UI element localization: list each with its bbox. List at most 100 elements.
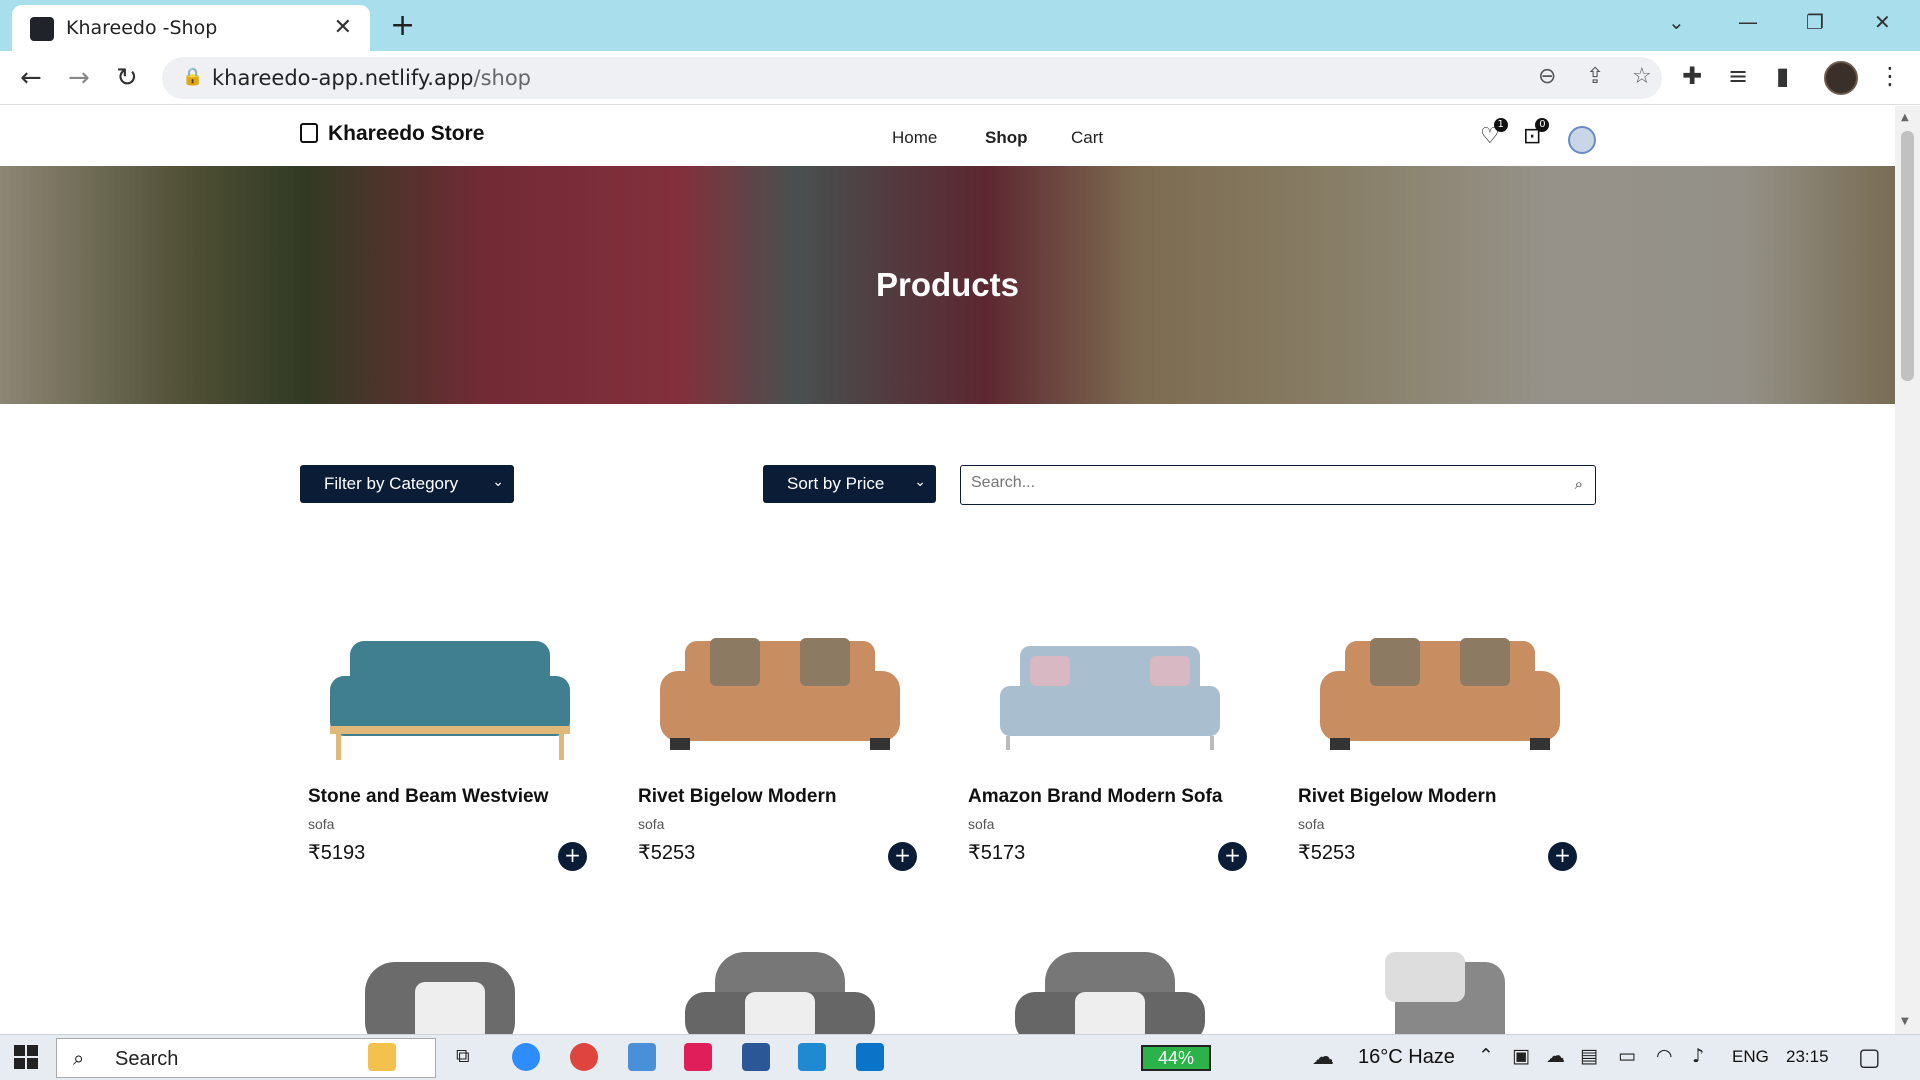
product-image[interactable] (310, 616, 590, 766)
user-avatar[interactable] (1568, 126, 1596, 154)
tab-title: Khareedo -Shop (66, 17, 218, 39)
slack-app-icon[interactable] (684, 1043, 712, 1071)
product-price: ₹5173 (968, 842, 1026, 864)
close-tab-icon[interactable]: ✕ (334, 15, 352, 40)
vscode-app-icon[interactable] (798, 1043, 826, 1071)
mail-app-icon[interactable] (856, 1043, 884, 1071)
add-to-cart-button[interactable]: + (1218, 842, 1247, 871)
onedrive-icon[interactable]: ☁ (1546, 1045, 1565, 1067)
word-app-icon[interactable] (742, 1043, 770, 1071)
product-card[interactable]: Rivet Bigelow Modern sofa ₹5253 + (630, 596, 930, 986)
address-bar[interactable]: 🔒 khareedo-app.netlify.app/shop ⊖ ⇪ ☆ (162, 57, 1662, 99)
page-scrollbar[interactable]: ▲ ▼ (1895, 106, 1920, 1034)
product-title[interactable]: Rivet Bigelow Modern (1298, 786, 1496, 808)
nav-shop[interactable]: Shop (985, 128, 1028, 148)
browser-tab[interactable]: Khareedo -Shop ✕ (12, 5, 370, 51)
tab-search-icon[interactable]: ⌄ (1668, 10, 1685, 34)
scroll-thumb[interactable] (1901, 131, 1914, 381)
cart-count-badge: 0 (1535, 118, 1550, 132)
media-control-icon[interactable]: ≡ (1728, 62, 1748, 90)
side-panel-icon[interactable]: ▮ (1776, 62, 1789, 90)
wifi-icon[interactable]: ◠ (1656, 1045, 1673, 1067)
product-card[interactable]: Rivet Bigelow Modern sofa ₹5253 + (1290, 596, 1590, 986)
product-image[interactable] (640, 616, 920, 766)
file-explorer-icon[interactable] (628, 1043, 656, 1071)
lock-icon: 🔒 (182, 67, 204, 87)
zoom-app-icon[interactable] (512, 1043, 540, 1071)
language-indicator[interactable]: ENG (1732, 1047, 1769, 1067)
search-input[interactable] (971, 474, 1551, 492)
volume-icon[interactable]: ♪ (1692, 1045, 1704, 1067)
product-title[interactable]: Stone and Beam Westview (308, 786, 548, 808)
windows-taskbar: ⌕ Search ⧉ 44% ☁ 16°C Haze ⌃ ▣ ☁ ▤ ▭ ◠ ♪… (0, 1034, 1920, 1080)
product-price: ₹5253 (638, 842, 696, 864)
product-image[interactable] (640, 932, 920, 1034)
url-text[interactable]: khareedo-app.netlify.app/shop (212, 66, 531, 90)
windows-start-icon[interactable] (14, 1045, 38, 1069)
product-image[interactable] (1300, 932, 1580, 1034)
product-image[interactable] (970, 616, 1250, 766)
product-image[interactable] (310, 932, 590, 1034)
restore-button[interactable]: ❐ (1806, 10, 1824, 34)
product-image[interactable] (970, 932, 1250, 1034)
product-title[interactable]: Rivet Bigelow Modern (638, 786, 836, 808)
react-favicon-icon (30, 17, 54, 41)
sort-label: Sort by Price (787, 474, 885, 493)
product-category: sofa (638, 816, 665, 832)
product-price: ₹5253 (1298, 842, 1356, 864)
new-tab-button[interactable]: + (390, 8, 415, 43)
nav-home[interactable]: Home (892, 128, 937, 148)
chevron-down-icon: ⌄ (492, 473, 504, 489)
search-icon[interactable]: ⌕ (1575, 475, 1583, 493)
clock[interactable]: 23:15 (1786, 1047, 1829, 1067)
wishlist-count-badge: 1 (1493, 118, 1508, 132)
zoom-icon[interactable]: ⊖ (1538, 64, 1556, 89)
filter-category-dropdown[interactable]: Filter by Category ⌄ (300, 465, 514, 503)
reload-icon[interactable]: ↻ (116, 63, 138, 93)
bookmark-star-icon[interactable]: ☆ (1632, 64, 1652, 89)
filter-label: Filter by Category (324, 474, 459, 493)
weather-cloud-icon: ☁ (1312, 1045, 1334, 1070)
widget-icon[interactable] (368, 1043, 396, 1071)
extensions-icon[interactable]: ✚ (1682, 62, 1702, 90)
sort-price-dropdown[interactable]: Sort by Price ⌄ (763, 465, 936, 503)
menu-kebab-icon[interactable]: ⋮ (1878, 62, 1902, 90)
brand-logo[interactable]: Khareedo Store (300, 122, 484, 146)
product-card[interactable]: Amazon Brand Modern Sofa sofa ₹5173 + (960, 596, 1260, 986)
forward-icon[interactable]: → (68, 63, 90, 93)
display-icon[interactable]: ▤ (1580, 1045, 1598, 1067)
wishlist-heart-icon[interactable]: ♡ 1 (1480, 118, 1508, 149)
scroll-up-icon[interactable]: ▲ (1901, 112, 1909, 123)
product-image[interactable] (1300, 616, 1580, 766)
weather-text[interactable]: 16°C Haze (1358, 1046, 1455, 1069)
chevron-down-icon: ⌄ (914, 473, 926, 489)
battery-widget[interactable]: 44% (1141, 1045, 1211, 1071)
shopping-bag-icon (300, 123, 318, 143)
task-view-icon[interactable]: ⧉ (456, 1045, 470, 1067)
product-category: sofa (968, 816, 995, 832)
add-to-cart-button[interactable]: + (1548, 842, 1577, 871)
nav-cart[interactable]: Cart (1071, 128, 1103, 148)
product-price: ₹5193 (308, 842, 366, 864)
share-icon[interactable]: ⇪ (1586, 64, 1604, 89)
product-category: sofa (1298, 816, 1325, 832)
product-search[interactable]: ⌕ (960, 465, 1596, 505)
close-window-button[interactable]: ✕ (1874, 10, 1891, 34)
notification-icon[interactable]: ▢ (1858, 1043, 1881, 1071)
hero-banner: Products (0, 166, 1895, 404)
add-to-cart-button[interactable]: + (888, 842, 917, 871)
meet-icon[interactable]: ▣ (1512, 1045, 1530, 1067)
search-icon: ⌕ (73, 1046, 85, 1070)
back-icon[interactable]: ← (20, 63, 42, 93)
scroll-down-icon[interactable]: ▼ (1901, 1016, 1909, 1027)
product-category: sofa (308, 816, 335, 832)
chrome-app-icon[interactable] (570, 1043, 598, 1071)
battery-icon[interactable]: ▭ (1618, 1045, 1636, 1067)
minimize-button[interactable]: — (1738, 10, 1758, 34)
add-to-cart-button[interactable]: + (558, 842, 587, 871)
browser-profile-avatar[interactable] (1824, 61, 1858, 95)
chevron-up-icon[interactable]: ⌃ (1478, 1045, 1494, 1067)
product-card[interactable]: Stone and Beam Westview sofa ₹5193 + (300, 596, 600, 986)
cart-bag-icon[interactable]: ⊡ 0 (1523, 118, 1550, 149)
product-title[interactable]: Amazon Brand Modern Sofa (968, 786, 1222, 808)
